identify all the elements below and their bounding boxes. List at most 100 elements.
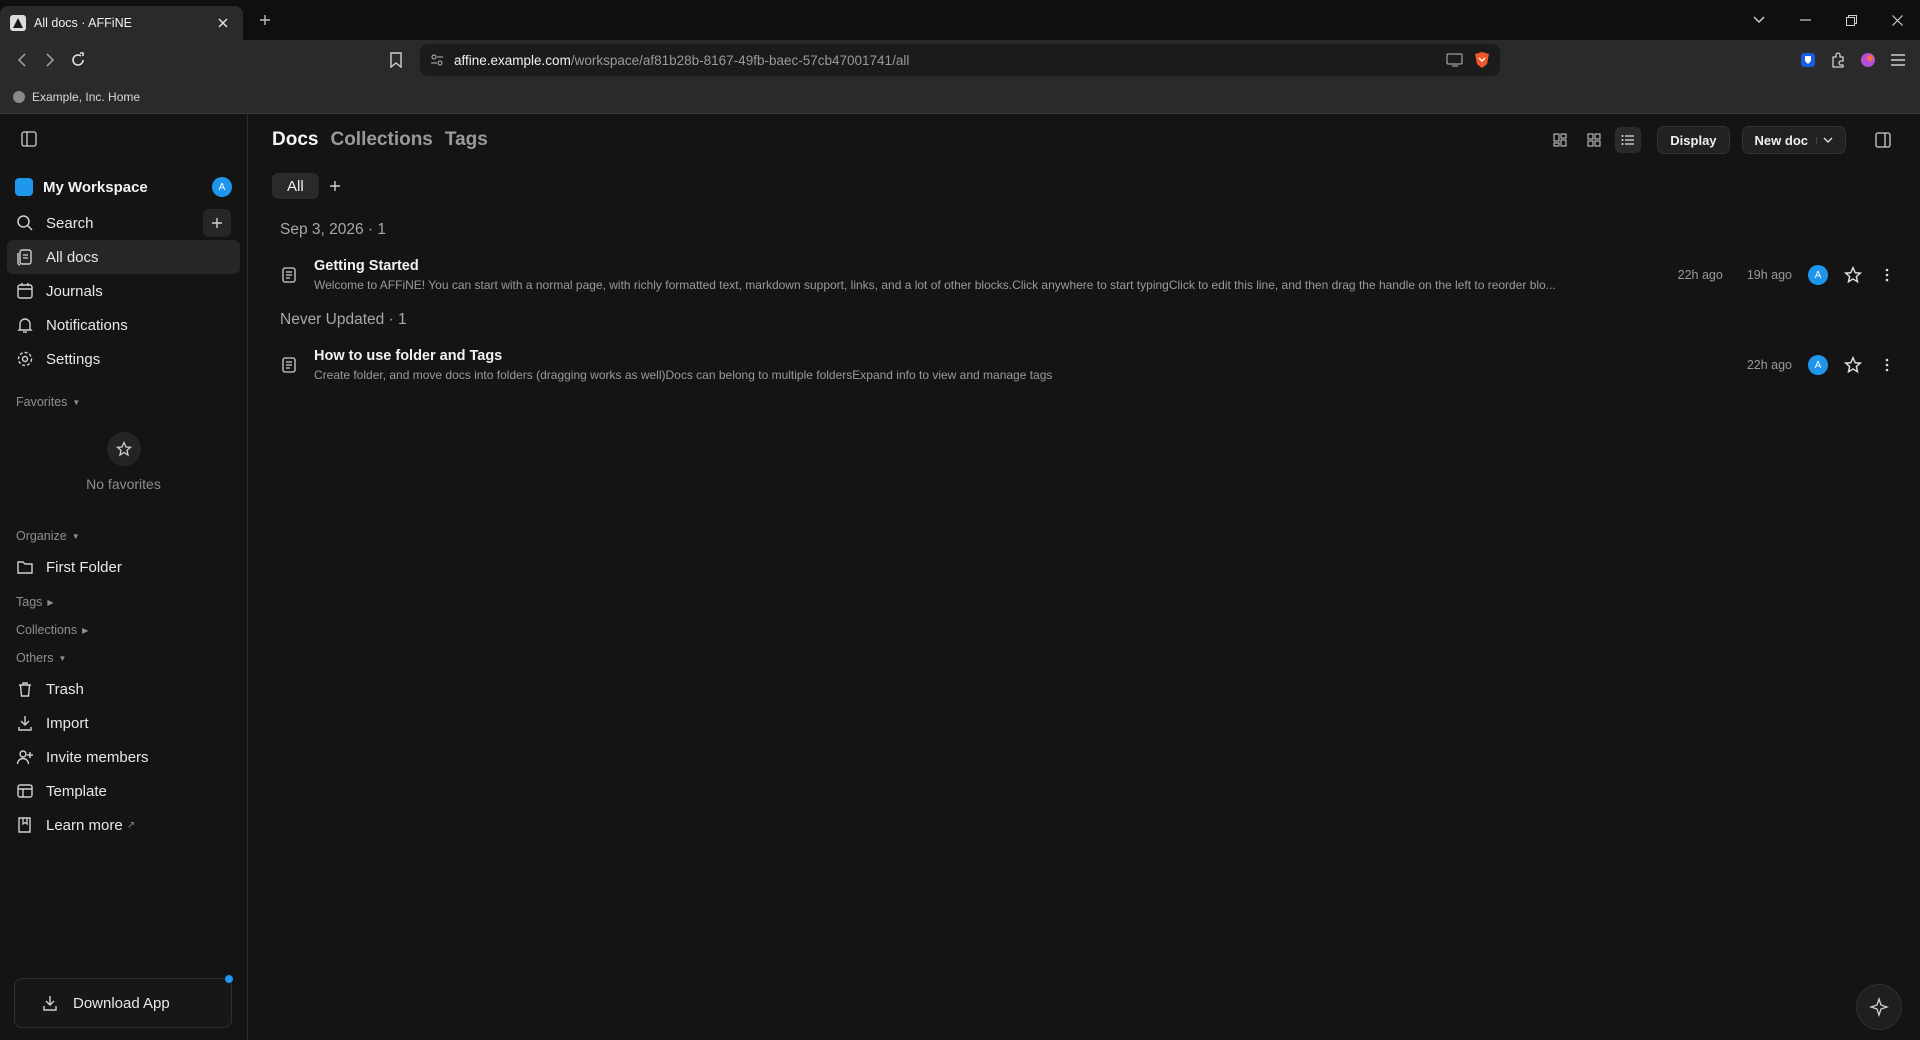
bitwarden-extension-icon[interactable] — [1794, 46, 1822, 74]
collections-title: Collections — [16, 623, 78, 637]
sidebar-item-notifications[interactable]: Notifications — [7, 308, 240, 342]
doc-created-time: 22h ago — [1746, 358, 1792, 372]
star-icon — [106, 432, 141, 466]
browser-tab[interactable]: All docs · AFFiNE — [0, 6, 243, 40]
extensions-puzzle-icon[interactable] — [1824, 46, 1852, 74]
sidebar-item-label: Import — [46, 714, 89, 732]
sidebar-item-trash[interactable]: Trash — [7, 672, 240, 706]
affine-app: My Workspace A Search All docs Journals — [0, 114, 1920, 1040]
doc-row[interactable]: How to use folder and Tags Create folder… — [248, 338, 1920, 392]
close-window-icon[interactable] — [1874, 0, 1920, 40]
tags-title: Tags — [16, 595, 43, 609]
url-host: affine.example.com — [454, 52, 571, 68]
download-app-button[interactable]: Download App — [14, 975, 233, 1028]
invite-icon — [16, 748, 34, 766]
browser-tab-title: All docs · AFFiNE — [34, 16, 132, 30]
caret-down-icon: ▼ — [71, 531, 80, 541]
restore-icon[interactable] — [1828, 0, 1874, 40]
sidebar-item-import[interactable]: Import — [7, 706, 240, 740]
masonry-view-icon[interactable] — [1547, 127, 1573, 153]
collections-section-toggle[interactable]: Collections ▶ — [7, 616, 240, 644]
filter-bar: All — [248, 168, 1920, 204]
sidebar-item-label: Invite members — [46, 748, 149, 766]
tags-section-toggle[interactable]: Tags ▶ — [7, 588, 240, 616]
bookmark-icon[interactable] — [382, 46, 410, 74]
add-filter-icon[interactable] — [329, 180, 341, 192]
url-bar[interactable]: affine.example.com/workspace/af81b28b-81… — [420, 44, 1500, 76]
search-label: Search — [46, 214, 94, 232]
workspace-logo — [15, 178, 33, 196]
doc-preview: Create folder, and move docs into folder… — [314, 368, 1053, 382]
site-info-icon[interactable] — [430, 53, 444, 67]
list-view-icon[interactable] — [1615, 127, 1642, 153]
sidebar-item-invite-members[interactable]: Invite members — [7, 740, 240, 774]
sidebar-item-learn-more[interactable]: Learn more ↗ — [7, 808, 240, 842]
group-header[interactable]: Sep 3, 2026 · 1 — [248, 212, 1920, 248]
sidebar-item-all-docs[interactable]: All docs — [7, 240, 240, 274]
doc-title: How to use folder and Tags — [314, 348, 503, 364]
globe-icon — [12, 90, 26, 104]
sidebar-item-first-folder[interactable]: First Folder — [7, 550, 240, 584]
main-header: Docs Collections Tags Display New doc — [248, 114, 1920, 166]
right-sidebar-toggle-icon[interactable] — [1870, 127, 1896, 153]
cast-icon[interactable] — [1446, 53, 1464, 67]
grid-view-icon[interactable] — [1581, 127, 1607, 153]
new-doc-button[interactable]: New doc — [1741, 126, 1846, 154]
browser-menu-icon[interactable] — [1884, 46, 1912, 74]
forward-icon[interactable] — [36, 46, 64, 74]
group-header[interactable]: Never Updated · 1 — [248, 302, 1920, 338]
favorite-star-icon[interactable] — [1844, 356, 1862, 374]
sidebar-item-label: Learn more — [46, 816, 123, 834]
doc-row[interactable]: Getting Started Welcome to AFFiNE! You c… — [248, 248, 1920, 302]
sidebar-item-label: Notifications — [46, 316, 128, 334]
sidebar-item-journals[interactable]: Journals — [7, 274, 240, 308]
tab-docs[interactable]: Docs — [272, 129, 318, 151]
close-tab-icon[interactable] — [213, 13, 233, 33]
display-button[interactable]: Display — [1657, 126, 1730, 154]
download-app-label: Download App — [73, 994, 170, 1012]
template-icon — [16, 782, 34, 800]
chevron-down-icon[interactable] — [1816, 136, 1833, 144]
avatar[interactable]: A — [212, 177, 232, 197]
search-button[interactable]: Search — [7, 206, 240, 240]
more-options-icon[interactable] — [1878, 356, 1896, 374]
browser-toolbar: affine.example.com/workspace/af81b28b-81… — [0, 40, 1920, 80]
favorites-section-toggle[interactable]: Favorites ▼ — [7, 388, 240, 416]
doc-preview: Welcome to AFFiNE! You can start with a … — [314, 278, 1556, 292]
filter-all[interactable]: All — [272, 173, 319, 199]
more-options-icon[interactable] — [1878, 266, 1896, 284]
search-icon — [16, 214, 34, 232]
bookmark-link[interactable]: Example, Inc. Home — [32, 90, 140, 104]
calendar-icon — [16, 282, 34, 300]
sidebar-toggle-icon[interactable] — [15, 125, 43, 153]
favorite-star-icon[interactable] — [1844, 266, 1862, 284]
sidebar-item-settings[interactable]: Settings — [7, 342, 240, 376]
import-icon — [16, 714, 34, 732]
others-section-toggle[interactable]: Others ▼ — [7, 644, 240, 672]
avatar: A — [1808, 265, 1828, 285]
tab-search-chevron-icon[interactable] — [1736, 0, 1782, 40]
sidebar-item-label: Trash — [46, 680, 84, 698]
download-icon — [41, 994, 59, 1012]
reload-icon[interactable] — [64, 46, 92, 74]
caret-right-icon: ▶ — [82, 625, 89, 635]
back-icon[interactable] — [8, 46, 36, 74]
organize-section-toggle[interactable]: Organize ▼ — [7, 522, 240, 550]
sidebar-item-template[interactable]: Template — [7, 774, 240, 808]
tab-collections[interactable]: Collections — [330, 129, 432, 151]
workspace-switcher[interactable]: My Workspace A — [7, 168, 240, 206]
doc-title: Getting Started — [314, 258, 419, 274]
url-text[interactable]: affine.example.com/workspace/af81b28b-81… — [454, 53, 909, 68]
brave-shield-icon[interactable] — [1474, 51, 1490, 69]
add-doc-button[interactable] — [203, 209, 231, 237]
caret-down-icon: ▼ — [72, 397, 81, 407]
ai-assistant-sparkle-icon[interactable] — [1856, 984, 1902, 1030]
main-content: Docs Collections Tags Display New doc Al… — [248, 114, 1920, 1040]
favorites-empty-state: No favorites — [7, 416, 240, 508]
profile-icon[interactable] — [1854, 46, 1882, 74]
caret-down-icon: ▼ — [58, 653, 67, 663]
tab-tags[interactable]: Tags — [445, 129, 488, 151]
new-doc-label: New doc — [1754, 132, 1808, 148]
new-tab-icon[interactable] — [251, 6, 279, 34]
minimize-icon[interactable] — [1782, 0, 1828, 40]
